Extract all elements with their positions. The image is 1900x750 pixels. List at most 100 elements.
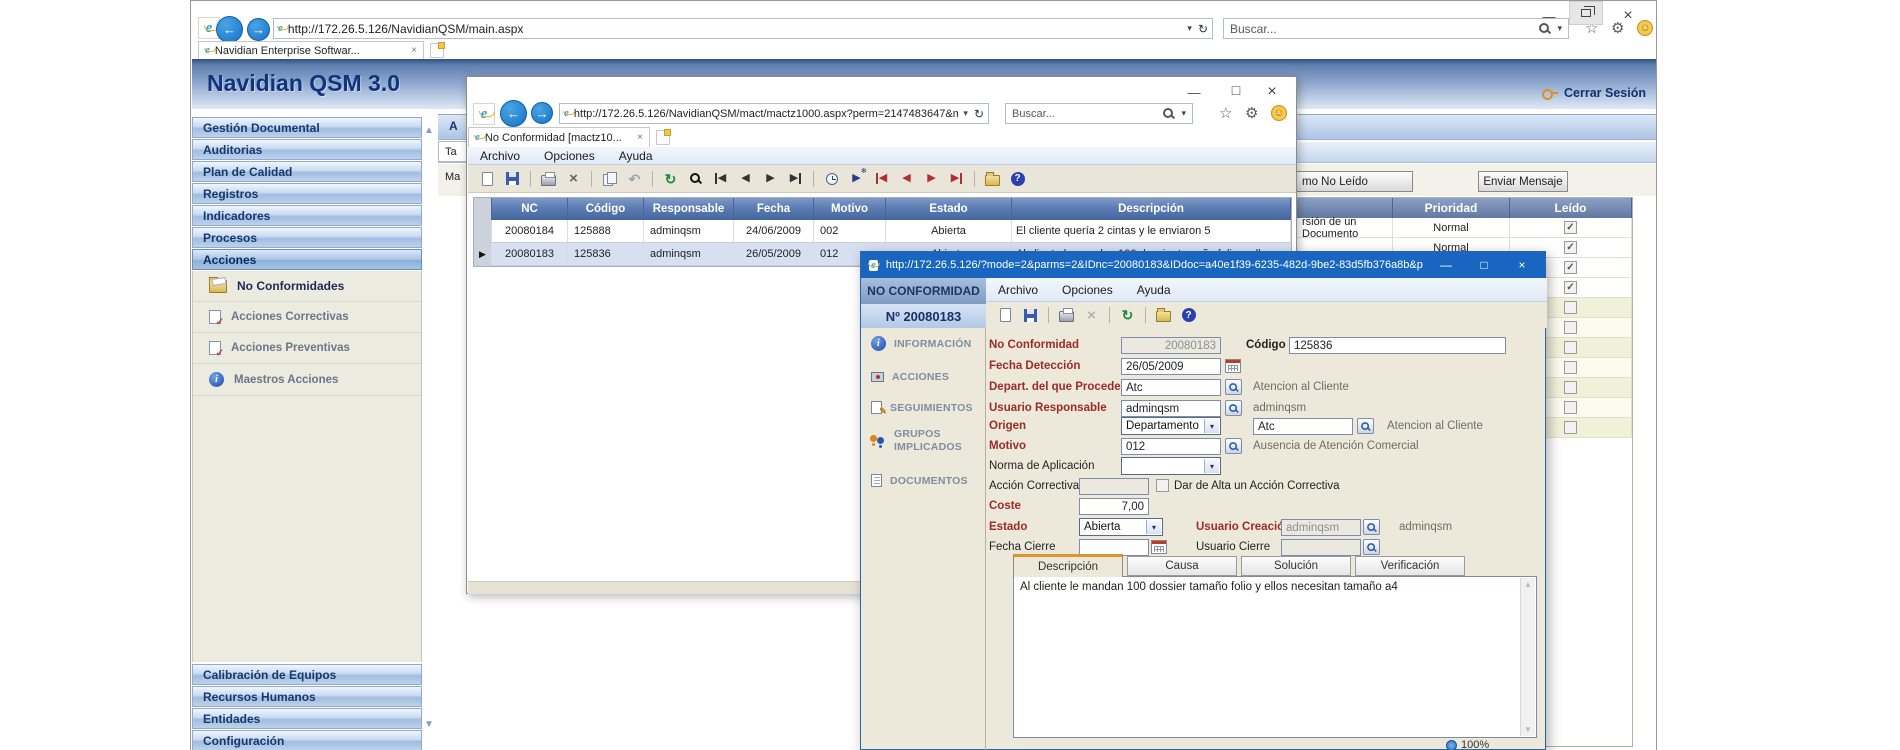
scroll-down-icon[interactable]: ▼ bbox=[1524, 725, 1532, 734]
popup1-search-input[interactable]: Buscar... ▾ bbox=[1005, 103, 1193, 124]
leido-checkbox[interactable] bbox=[1564, 221, 1577, 234]
last-page-icon[interactable]: ▶ bbox=[945, 169, 968, 189]
browser-tab[interactable]: e Navidian Enterprise Softwar... × bbox=[198, 41, 424, 59]
refresh-icon[interactable]: ↻ bbox=[659, 169, 682, 189]
field-accion-correctiva[interactable] bbox=[1079, 478, 1149, 495]
settings-gear-icon[interactable]: ⚙ bbox=[1245, 106, 1258, 121]
delete-icon[interactable]: × bbox=[562, 169, 585, 189]
help-icon[interactable]: ? bbox=[1177, 305, 1200, 325]
textarea-scrollbar[interactable]: ▲ ▼ bbox=[1520, 578, 1535, 736]
leido-checkbox[interactable] bbox=[1564, 321, 1577, 334]
leido-checkbox[interactable] bbox=[1564, 401, 1577, 414]
save-icon[interactable] bbox=[501, 169, 524, 189]
leido-checkbox[interactable] bbox=[1564, 421, 1577, 434]
tab-causa[interactable]: Causa bbox=[1127, 556, 1237, 576]
nav-acciones[interactable]: ACCIONES bbox=[871, 371, 949, 383]
new-icon[interactable] bbox=[994, 305, 1017, 325]
sidebar-item-configuracion[interactable]: Configuración bbox=[192, 730, 422, 750]
checkbox-dar-de-alta[interactable] bbox=[1156, 479, 1169, 492]
new-tab-button[interactable] bbox=[430, 43, 444, 58]
lookup-icon[interactable] bbox=[1225, 379, 1242, 395]
scroll-up-icon[interactable]: ▲ bbox=[1524, 580, 1532, 589]
lookup-icon[interactable] bbox=[1225, 438, 1242, 454]
menu-opciones[interactable]: Opciones bbox=[1062, 283, 1113, 297]
url-dropdown-icon[interactable]: ▾ bbox=[1187, 23, 1192, 34]
run-new-icon[interactable]: ▶ bbox=[845, 169, 868, 189]
sidebar-item-indicadores[interactable]: Indicadores bbox=[192, 205, 422, 226]
calendar-icon[interactable] bbox=[1225, 359, 1241, 373]
popup1-maximize-button[interactable]: □ bbox=[1223, 81, 1249, 99]
submenu-item-no-conformidades[interactable]: No Conformidades bbox=[193, 271, 421, 302]
field-coste[interactable]: 7,00 bbox=[1079, 498, 1149, 515]
url-bar[interactable]: e http://172.26.5.126/NavidianQSM/main.a… bbox=[273, 18, 1213, 39]
submenu-item-maestros-acciones[interactable]: iMaestros Acciones bbox=[193, 364, 421, 396]
field-no-conformidad[interactable]: 20080183 bbox=[1121, 337, 1221, 354]
dropdown-icon[interactable]: ▾ bbox=[1204, 459, 1219, 473]
last-record-icon[interactable]: ▶ bbox=[784, 169, 807, 189]
forward-button[interactable]: → bbox=[247, 18, 270, 41]
prev-page-icon[interactable]: ◀ bbox=[895, 169, 918, 189]
search-dropdown-icon[interactable]: ▾ bbox=[1181, 108, 1186, 119]
new-tab-button[interactable] bbox=[656, 130, 670, 145]
nav-grupos-implicados[interactable]: GRUPOS IMPLICADOS bbox=[869, 428, 966, 454]
submenu-item-acciones-preventivas[interactable]: Acciones Preventivas bbox=[193, 333, 421, 364]
tab-descripcion[interactable]: Descripción bbox=[1013, 554, 1123, 577]
folder-icon[interactable] bbox=[1152, 305, 1175, 325]
zoom-icon[interactable] bbox=[1446, 740, 1457, 750]
nav-seguimientos[interactable]: SEGUIMIENTOS bbox=[871, 401, 973, 414]
search-input[interactable]: Buscar... ▾ bbox=[1223, 18, 1569, 39]
help-icon[interactable]: ? bbox=[1006, 169, 1029, 189]
field-usuario-creacion[interactable]: adminqsm bbox=[1281, 519, 1361, 536]
favorites-star-icon[interactable]: ☆ bbox=[1219, 106, 1232, 121]
description-textarea[interactable]: Al cliente le mandan 100 dossier tamaño … bbox=[1013, 576, 1537, 738]
leido-checkbox[interactable] bbox=[1564, 281, 1577, 294]
minimize-button[interactable]: — bbox=[1536, 7, 1562, 25]
select-estado[interactable]: Abierta▾ bbox=[1079, 518, 1163, 536]
history-icon[interactable] bbox=[820, 169, 843, 189]
sidebar-item-entidades[interactable]: Entidades bbox=[192, 708, 422, 729]
menu-archivo[interactable]: Archivo bbox=[998, 283, 1038, 297]
popup1-minimize-button[interactable]: — bbox=[1181, 83, 1207, 101]
popup1-tab[interactable]: e No Conformidad [mactz10... × bbox=[468, 127, 650, 147]
select-norma[interactable]: ▾ bbox=[1121, 457, 1221, 475]
sidebar-item-calibracion[interactable]: Calibración de Equipos bbox=[192, 664, 422, 685]
folder-icon[interactable] bbox=[981, 169, 1004, 189]
menu-ayuda[interactable]: Ayuda bbox=[1137, 283, 1171, 297]
refresh-icon[interactable]: ↻ bbox=[974, 107, 984, 121]
leido-checkbox[interactable] bbox=[1564, 361, 1577, 374]
print-icon[interactable] bbox=[1055, 305, 1078, 325]
sidebar-item-gestion-documental[interactable]: Gestión Documental bbox=[192, 117, 422, 138]
tab-close-icon[interactable]: × bbox=[637, 132, 643, 143]
feedback-smiley-icon[interactable]: ☺ bbox=[1271, 105, 1287, 121]
back-button[interactable]: ← bbox=[216, 16, 243, 43]
field-codigo[interactable]: 125836 bbox=[1289, 337, 1506, 354]
sidebar-item-plan-de-calidad[interactable]: Plan de Calidad bbox=[192, 161, 422, 182]
tab-close-icon[interactable]: × bbox=[411, 45, 417, 56]
restore-button[interactable] bbox=[1569, 1, 1603, 25]
leido-checkbox[interactable] bbox=[1564, 301, 1577, 314]
field-usuario-cierre[interactable] bbox=[1281, 539, 1361, 556]
dropdown-icon[interactable]: ▾ bbox=[1146, 520, 1161, 534]
menu-opciones[interactable]: Opciones bbox=[544, 149, 595, 163]
first-page-icon[interactable]: ◀ bbox=[870, 169, 893, 189]
popup2-minimize-button[interactable]: — bbox=[1431, 258, 1461, 272]
sidebar-item-registros[interactable]: Registros bbox=[192, 183, 422, 204]
tab-verificacion[interactable]: Verificación bbox=[1355, 556, 1465, 576]
field-motivo[interactable]: 012 bbox=[1121, 438, 1221, 455]
lookup-icon[interactable] bbox=[1225, 400, 1242, 416]
next-page-icon[interactable]: ▶ bbox=[920, 169, 943, 189]
select-origen[interactable]: Departamento▾ bbox=[1121, 417, 1221, 435]
field-usuario-responsable[interactable]: adminqsm bbox=[1121, 400, 1221, 417]
undo-icon[interactable]: ↶ bbox=[623, 169, 646, 189]
field-fecha-deteccion[interactable]: 26/05/2009 bbox=[1121, 358, 1221, 375]
tab-solucion[interactable]: Solución bbox=[1241, 556, 1351, 576]
save-icon[interactable] bbox=[1019, 305, 1042, 325]
popup1-back-button[interactable]: ← bbox=[500, 100, 527, 127]
refresh-icon[interactable]: ↻ bbox=[1116, 305, 1139, 325]
sidebar-item-recursos-humanos[interactable]: Recursos Humanos bbox=[192, 686, 422, 707]
logout-button[interactable]: Cerrar Sesión bbox=[1542, 86, 1646, 100]
nc-table-row[interactable]: 20080184 125888 adminqsm 24/06/2009 002 … bbox=[474, 220, 1291, 243]
field-departamento[interactable]: Atc bbox=[1121, 379, 1221, 396]
leido-checkbox[interactable] bbox=[1564, 261, 1577, 274]
close-button[interactable]: × bbox=[1615, 7, 1641, 25]
